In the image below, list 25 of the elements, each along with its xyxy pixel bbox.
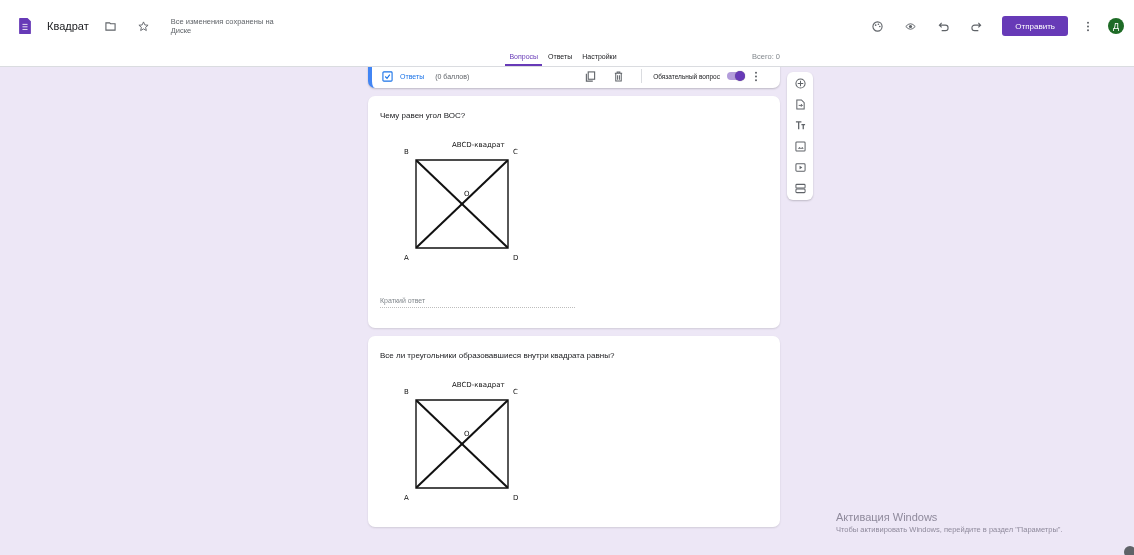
redo-icon[interactable] (971, 20, 983, 32)
activation-title: Активация Windows (836, 511, 939, 523)
send-button[interactable]: Отправить (1002, 16, 1068, 36)
star-icon[interactable] (137, 20, 149, 32)
palette-icon[interactable] (872, 20, 884, 32)
account-avatar[interactable]: Д (1108, 18, 1124, 34)
question-text: Чему равен угол ВОС? (380, 110, 467, 122)
question-text: Все ли треугольники образовавшиеся внутри квадрата равны? (380, 350, 615, 362)
undo-icon[interactable] (938, 20, 950, 32)
trash-icon[interactable] (613, 70, 625, 82)
forms-logo-icon[interactable] (19, 18, 31, 34)
required-toggle[interactable] (727, 72, 745, 80)
image-icon[interactable] (794, 141, 806, 152)
folder-icon[interactable] (104, 20, 116, 32)
text-size-icon[interactable] (794, 120, 806, 131)
copy-icon[interactable] (585, 70, 597, 82)
eye-icon[interactable] (905, 20, 917, 32)
section-icon[interactable] (794, 183, 806, 194)
form-title[interactable]: Квадрат (47, 20, 89, 32)
video-icon[interactable] (794, 162, 806, 173)
add-circle-icon[interactable] (794, 78, 806, 89)
import-icon[interactable] (794, 99, 806, 110)
checkbox-icon (382, 70, 393, 82)
more-icon[interactable] (754, 70, 758, 82)
more-icon[interactable] (1086, 20, 1090, 32)
